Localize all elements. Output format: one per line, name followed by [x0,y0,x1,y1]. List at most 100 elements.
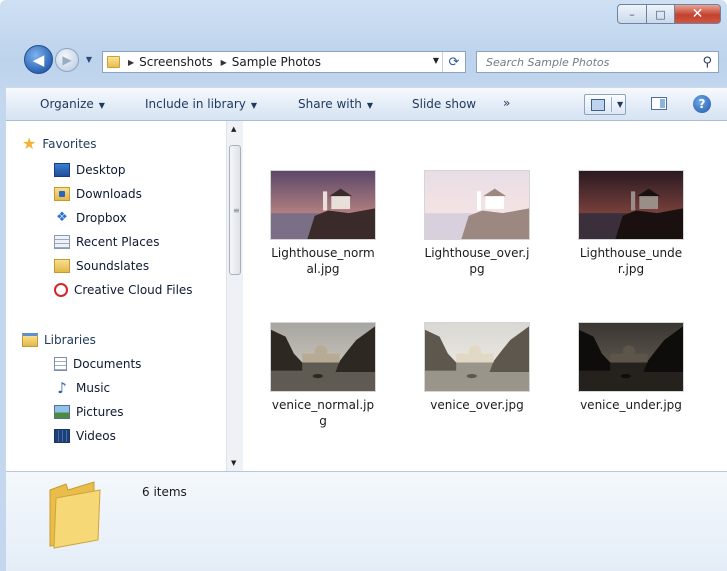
breadcrumb-sample-photos[interactable]: Sample Photos [232,55,321,69]
recent-places-icon [54,235,70,249]
back-arrow-icon: ◀ [32,50,45,69]
libraries-label: Libraries [44,333,96,347]
breadcrumb-separator-icon[interactable]: ▶ [128,58,134,67]
sidebar-item-label: Desktop [76,163,126,177]
libraries-header[interactable]: Libraries [22,333,96,347]
star-icon: ★ [22,134,37,153]
scrollbar-thumb[interactable]: ≡ [229,145,241,275]
search-icon[interactable]: ⚲ [702,55,712,70]
sidebar-item-documents[interactable]: Documents [54,357,141,371]
dropbox-icon: ❖ [56,210,68,225]
refresh-icon[interactable]: ⟳ [442,52,465,72]
sidebar-item-label: Dropbox [76,211,127,225]
share-with-label: Share with [298,97,362,111]
sidebar-item-music[interactable]: ♪ Music [54,379,110,397]
command-bar: Organize ▼ Include in library ▼ Share with… [6,87,727,121]
image-thumbnail [270,322,376,392]
folder-icon [107,56,120,68]
sidebar-item-soundslates[interactable]: Soundslates [54,259,149,273]
sidebar-item-label: Recent Places [76,235,160,249]
search-box[interactable]: ⚲ [476,51,719,73]
file-item[interactable]: venice_over.jpg [415,322,539,413]
chevron-down-icon: ▼ [250,101,258,110]
breadcrumb-screenshots[interactable]: Screenshots [139,55,212,69]
item-count: 6 items [142,485,187,499]
chevron-down-icon: ▼ [366,101,374,110]
caption-buttons: – □ ✕ [617,4,721,24]
scroll-down-icon[interactable]: ▼ [231,459,236,467]
forward-button[interactable]: ▶ [55,48,79,72]
folder-icon [49,481,101,549]
downloads-icon [54,187,70,201]
file-name: venice_normal.jp g [271,398,375,428]
slide-show-button[interactable]: Slide show [412,97,476,111]
sidebar-item-label: Documents [73,357,142,371]
navigation-scrollbar[interactable]: ▲ ≡ ▼ [226,121,243,471]
help-icon[interactable]: ? [693,95,711,113]
more-commands-button[interactable]: » [503,96,510,110]
sidebar-item-videos[interactable]: Videos [54,429,116,443]
breadcrumb-separator-icon[interactable]: ▶ [221,58,227,67]
file-item[interactable]: venice_normal.jp g [261,322,385,429]
pictures-icon [54,405,70,419]
view-separator [611,97,612,112]
address-dropdown-icon[interactable]: ▼ [433,56,439,65]
file-item[interactable]: Lighthouse_norm al.jpg [261,170,385,277]
minimize-button[interactable]: – [617,4,647,24]
sidebar-item-dropbox[interactable]: ❖ Dropbox [54,210,127,226]
documents-icon [54,357,67,371]
sidebar-item-pictures[interactable]: Pictures [54,405,124,419]
file-name: Lighthouse_unde r.jpg [579,246,683,276]
address-bar[interactable]: ▶ Screenshots ▶ Sample Photos ▼ ⟳ [102,51,466,73]
sidebar-item-label: Creative Cloud Files [74,283,193,297]
organize-label: Organize [40,97,94,111]
include-in-library-label: Include in library [145,97,246,111]
sidebar-item-label: Pictures [76,405,124,419]
file-list: Lighthouse_norm al.jpg Lighthouse_over.j… [246,121,727,471]
chevron-down-icon[interactable]: ▼ [617,100,623,109]
organize-menu[interactable]: Organize ▼ [40,97,105,111]
chevron-down-icon: ▼ [98,101,105,110]
image-thumbnail [578,170,684,240]
navigation-pane: ★ Favorites Desktop Downloads ❖ Dropbox … [6,121,246,471]
change-view-button[interactable]: ▼ [584,94,626,115]
folder-icon [54,259,70,273]
explorer-window: – □ ✕ ◀ ▶ ▼ ▶ Screenshots ▶ Sample Photo… [0,0,727,571]
favorites-header[interactable]: ★ Favorites [22,134,97,153]
back-button[interactable]: ◀ [24,45,53,74]
preview-pane-icon[interactable] [651,97,667,110]
maximize-button[interactable]: □ [647,4,675,24]
sidebar-item-label: Videos [76,429,116,443]
share-with-menu[interactable]: Share with ▼ [298,97,373,111]
libraries-icon [22,333,38,347]
forward-arrow-icon: ▶ [62,53,72,67]
favorites-label: Favorites [42,137,97,151]
image-thumbnail [424,322,530,392]
grip-icon: ≡ [233,206,240,215]
search-input[interactable] [486,54,686,70]
videos-icon [54,429,70,443]
sidebar-item-creative-cloud-files[interactable]: Creative Cloud Files [54,283,193,297]
file-name: venice_under.jpg [580,398,682,412]
file-name: venice_over.jpg [430,398,524,412]
image-thumbnail [270,170,376,240]
details-pane: 6 items [6,471,727,571]
recent-pages-button[interactable]: ▼ [82,54,96,66]
include-in-library-menu[interactable]: Include in library ▼ [145,97,257,111]
creative-cloud-icon [54,283,68,297]
file-item[interactable]: Lighthouse_over.j pg [415,170,539,277]
close-button[interactable]: ✕ [675,4,721,24]
music-icon: ♪ [57,379,67,397]
sidebar-item-downloads[interactable]: Downloads [54,187,142,201]
view-icon [591,98,605,111]
desktop-icon [54,163,70,177]
scroll-up-icon[interactable]: ▲ [231,125,236,133]
file-item[interactable]: venice_under.jpg [569,322,693,413]
sidebar-item-recent-places[interactable]: Recent Places [54,235,159,249]
image-thumbnail [424,170,530,240]
file-item[interactable]: Lighthouse_unde r.jpg [569,170,693,277]
sidebar-item-label: Downloads [76,187,142,201]
sidebar-item-desktop[interactable]: Desktop [54,163,126,177]
sidebar-item-label: Soundslates [76,259,150,273]
file-name: Lighthouse_norm al.jpg [271,246,375,276]
